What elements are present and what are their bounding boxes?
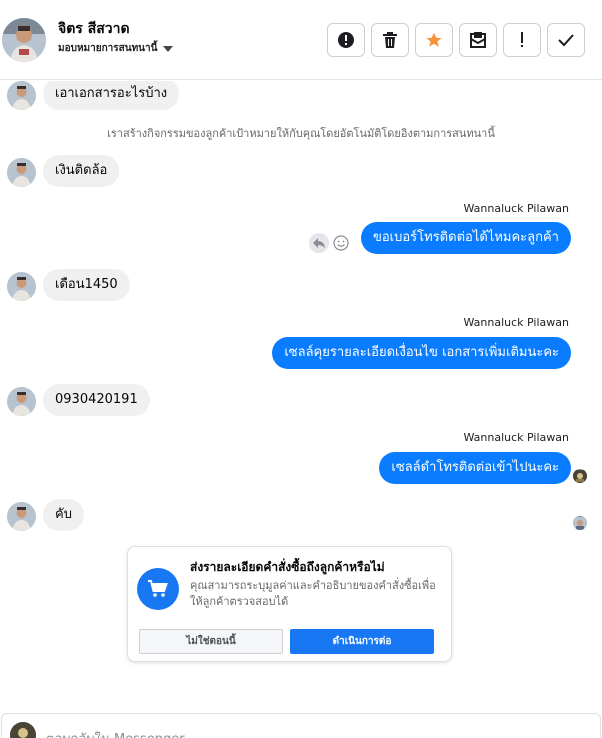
outgoing-message[interactable]: เซลล์ดำโทรติดต่อเข้าไปนะคะ: [379, 452, 571, 484]
check-icon: [558, 34, 574, 47]
spam-button[interactable]: [327, 23, 365, 57]
assign-conversation-dropdown[interactable]: มอบหมายการสนทนานี้: [58, 41, 174, 56]
conversation-header: จิตร สีสวาด มอบหมายการสนทนานี้: [0, 0, 602, 80]
mail-icon: [470, 32, 486, 48]
caret-down-icon: [163, 45, 174, 52]
exclamation-icon: [521, 32, 523, 47]
incoming-message[interactable]: คับ: [43, 499, 84, 531]
incoming-message[interactable]: เดือน1450: [43, 269, 130, 301]
contact-avatar-small[interactable]: [7, 158, 36, 187]
emoji-react-icon[interactable]: [333, 235, 349, 251]
contact-avatar-small[interactable]: [7, 272, 36, 301]
continue-button[interactable]: ดำเนินการต่อ: [290, 629, 434, 654]
incoming-message[interactable]: เงินติดล้อ: [43, 155, 120, 187]
contact-avatar-small[interactable]: [7, 81, 36, 110]
follow-up-button[interactable]: [503, 23, 541, 57]
alert-circle-icon: [338, 32, 354, 48]
prompt-title: ส่งรายละเอียดคำสั่งซื้อถึงลูกค้าหรือไม่: [190, 560, 385, 574]
reply-composer[interactable]: ตอบกลับใน Messenger: [1, 713, 601, 738]
seen-avatar: [573, 469, 587, 483]
star-icon: [426, 32, 442, 47]
shopping-cart-icon: [137, 568, 179, 610]
reply-icon[interactable]: [309, 233, 329, 253]
incoming-message[interactable]: เอาเอกสารอะไรบ้าง: [43, 81, 180, 110]
header-actions: [327, 23, 585, 57]
order-details-prompt: ส่งรายละเอียดคำสั่งซื้อถึงลูกค้าหรือไม่ …: [127, 546, 452, 662]
contact-avatar-small[interactable]: [7, 502, 36, 531]
seen-avatar-contact: [573, 516, 587, 530]
mark-unread-button[interactable]: [459, 23, 497, 57]
contact-avatar-small[interactable]: [7, 387, 36, 416]
trash-icon: [383, 32, 397, 48]
not-now-button[interactable]: ไม่ใช่ตอนนี้: [139, 629, 283, 654]
sender-name: Wannaluck Pilawan: [463, 431, 570, 444]
assign-label: มอบหมายการสนทนานี้: [58, 43, 158, 54]
reply-input[interactable]: ตอบกลับใน Messenger: [46, 728, 185, 738]
sender-name: Wannaluck Pilawan: [463, 316, 570, 329]
star-button[interactable]: [415, 23, 453, 57]
incoming-message[interactable]: 0930420191: [43, 384, 150, 416]
delete-button[interactable]: [371, 23, 409, 57]
done-button[interactable]: [547, 23, 585, 57]
contact-name[interactable]: จิตร สีสวาด: [58, 18, 130, 40]
outgoing-message[interactable]: เซลล์คุยรายละเอียดเงื่อนไข เอกสารเพิ่มเต…: [272, 337, 571, 369]
system-note: เราสร้างกิจกรรมของลูกค้าเป้าหมายให้กับคุ…: [107, 127, 495, 140]
outgoing-message[interactable]: ขอเบอร์โทรติดต่อได้ไหมคะลูกค้า: [360, 222, 571, 254]
prompt-description: คุณสามารถระบุมูลค่าและคำอธิบายของคำสั่งซ…: [190, 579, 436, 608]
message-thread[interactable]: เอาเอกสารอะไรบ้าง เราสร้างกิจกรรมของลูกค…: [0, 81, 602, 711]
message-actions: [309, 233, 349, 253]
contact-avatar[interactable]: [2, 18, 46, 62]
page-avatar: [10, 722, 36, 738]
sender-name: Wannaluck Pilawan: [463, 202, 570, 215]
